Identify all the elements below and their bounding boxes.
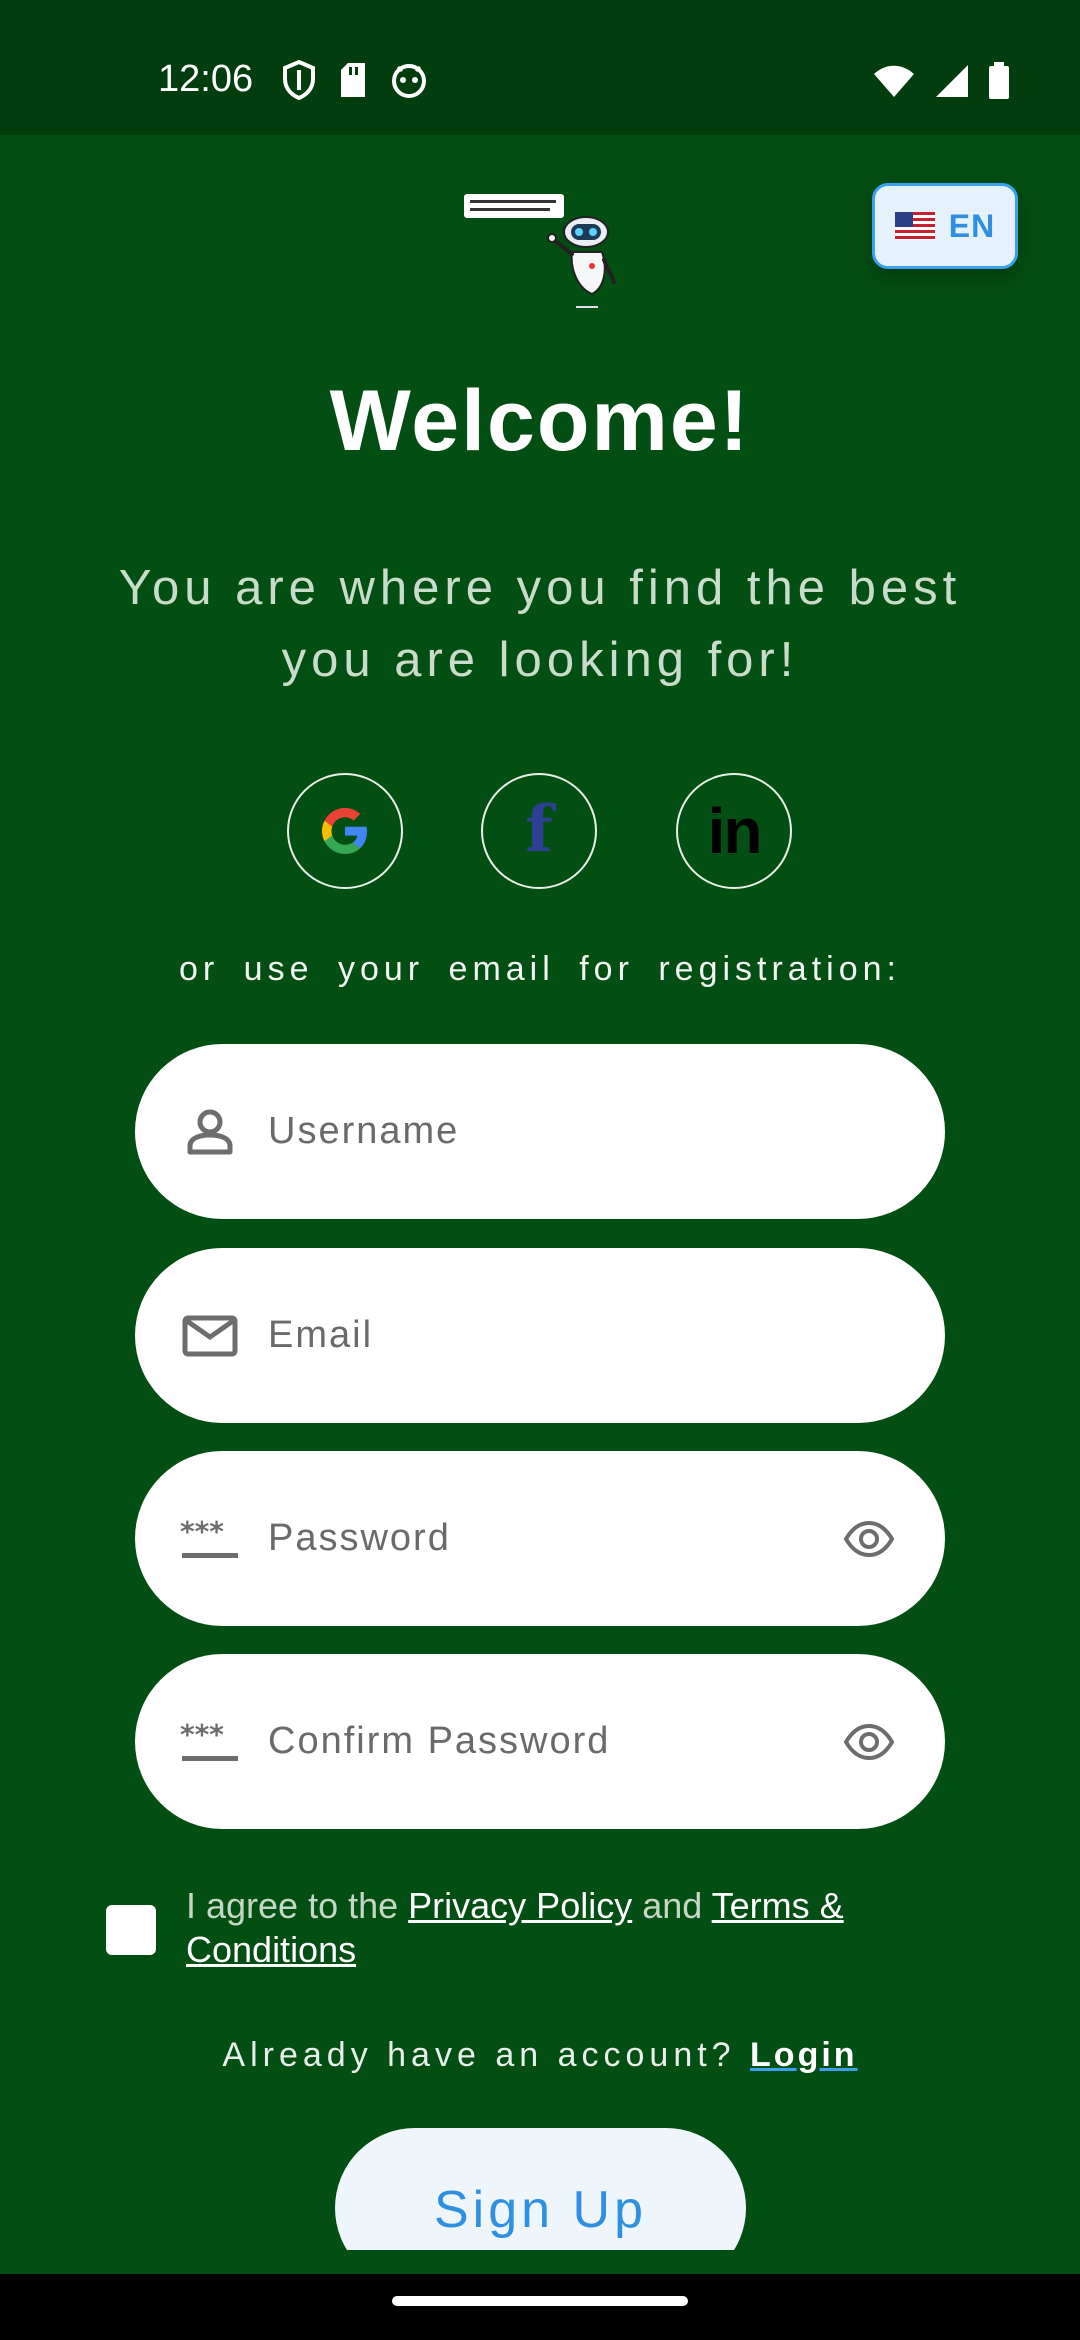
language-switch-button[interactable]: EN [872, 183, 1018, 269]
agree-middle: and [632, 1885, 712, 1926]
confirm-password-input[interactable] [268, 1704, 828, 1779]
signup-button-container: Sign Up [335, 2128, 746, 2250]
status-icons-right [872, 62, 1010, 100]
agree-text: I agree to the Privacy Policy and Terms … [186, 1884, 946, 1972]
page-subtitle: You are where you find the best you are … [118, 561, 962, 687]
privacy-policy-link[interactable]: Privacy Policy [408, 1885, 632, 1926]
email-input[interactable] [268, 1298, 828, 1373]
eye-icon[interactable] [843, 1513, 895, 1565]
us-flag-icon [894, 212, 935, 240]
svg-text:***: *** [180, 1515, 224, 1548]
password-asterisk-icon: *** [180, 1718, 238, 1761]
sd-card-icon [341, 63, 365, 97]
page-title: Welcome! [329, 373, 751, 469]
signup-button[interactable]: Sign Up [335, 2128, 746, 2250]
username-field[interactable] [135, 1044, 945, 1219]
robot-mascot-logo [464, 194, 616, 308]
email-registration-divider: or use your email for registration: [179, 950, 901, 988]
login-prompt: Already have an account? Login [0, 2036, 1080, 2075]
status-bar: 12:06 [0, 0, 1080, 135]
facebook-icon: f [525, 791, 553, 867]
home-gesture-handle[interactable] [392, 2296, 688, 2306]
login-link[interactable]: Login [750, 2036, 858, 2074]
facebook-signin-button[interactable]: f [481, 773, 597, 889]
google-signin-button[interactable] [287, 773, 403, 889]
google-icon [322, 808, 367, 854]
person-icon [187, 1109, 233, 1155]
eye-icon[interactable] [843, 1716, 895, 1768]
status-icons-left [282, 60, 428, 100]
shield-icon [283, 60, 315, 100]
email-field[interactable] [135, 1248, 945, 1423]
battery-icon [989, 62, 1009, 99]
username-input[interactable] [268, 1094, 828, 1169]
password-asterisk-icon: *** [180, 1515, 238, 1558]
password-field[interactable]: *** [135, 1451, 945, 1626]
status-time: 12:06 [158, 58, 254, 100]
mail-icon [182, 1315, 238, 1357]
signup-label: Sign Up [434, 2181, 647, 2239]
password-input[interactable] [268, 1501, 828, 1576]
agree-checkbox[interactable] [106, 1905, 156, 1955]
login-prompt-text: Already have an account? [222, 2036, 751, 2074]
confirm-password-field[interactable]: *** [135, 1654, 945, 1829]
navigation-bar [0, 2274, 1080, 2340]
agree-prefix: I agree to the [186, 1885, 409, 1926]
svg-text:***: *** [180, 1718, 224, 1751]
language-code: EN [948, 207, 996, 244]
linkedin-icon: in [707, 795, 763, 867]
wifi-icon [874, 65, 914, 97]
signal-icon [936, 65, 968, 97]
linkedin-signin-button[interactable]: in [676, 773, 792, 889]
robot-face-icon [392, 64, 426, 98]
